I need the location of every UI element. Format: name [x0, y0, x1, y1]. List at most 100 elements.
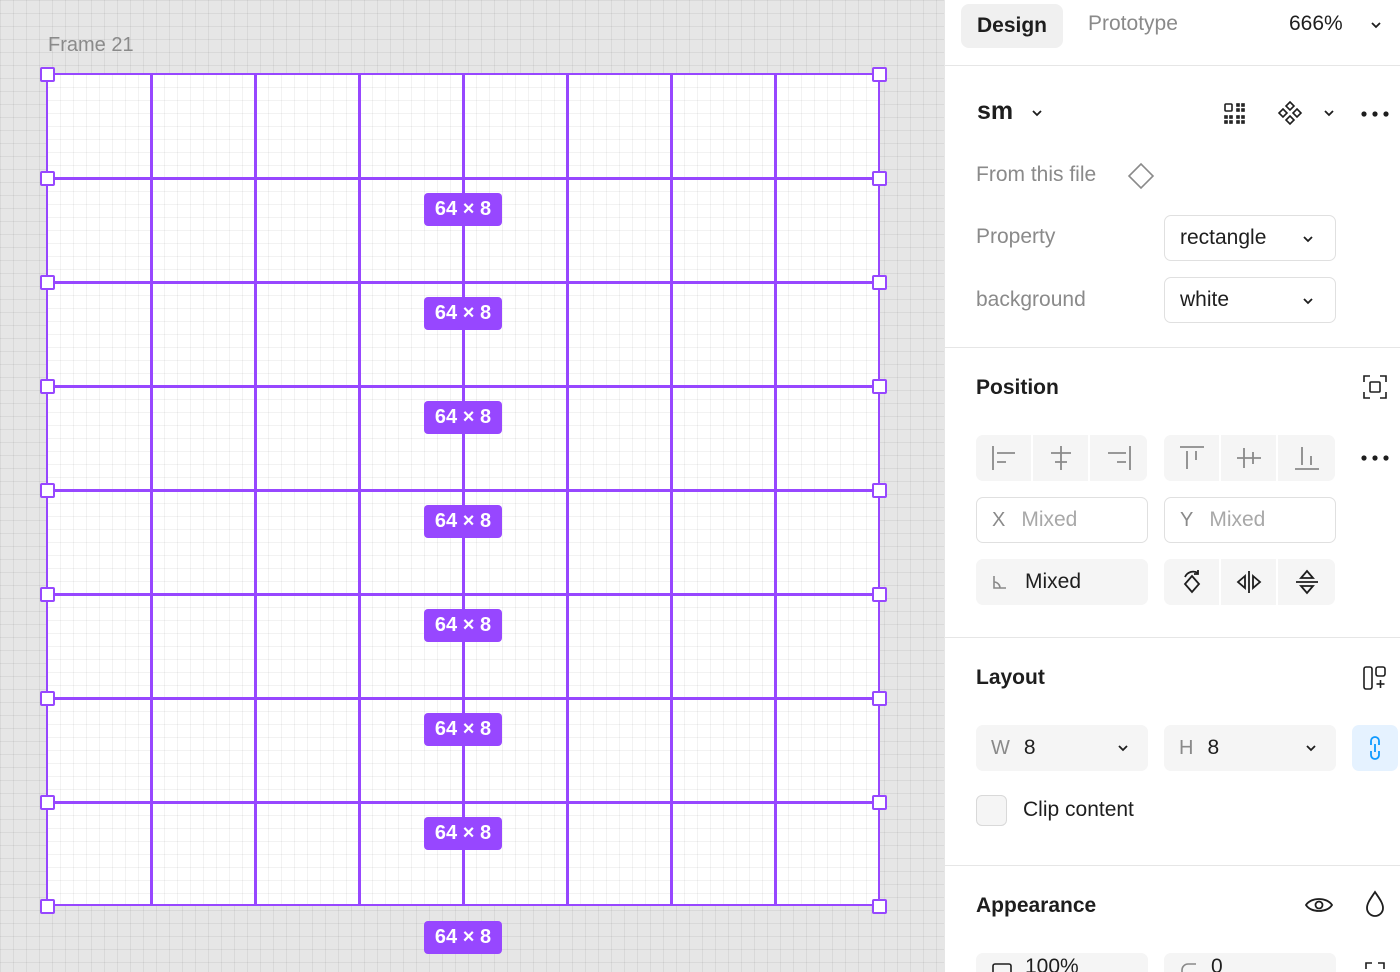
row-divider: [47, 489, 879, 492]
divider: [945, 637, 1400, 638]
align-bottom-icon[interactable]: [1278, 435, 1335, 481]
divider: [945, 65, 1400, 66]
properties-panel: Design Prototype 666% sm From this file …: [944, 0, 1400, 972]
property-value: rectangle: [1180, 226, 1267, 249]
width-value: 8: [1023, 736, 1036, 759]
chevron-down-icon[interactable]: [1304, 741, 1318, 755]
background-dropdown[interactable]: white: [1164, 277, 1336, 323]
resize-handle[interactable]: [40, 795, 55, 810]
align-right-icon[interactable]: [1090, 435, 1147, 481]
horizontal-align-group: [976, 435, 1147, 481]
width-field[interactable]: W 8: [976, 725, 1148, 771]
component-source: From this file: [976, 163, 1097, 186]
resize-handle[interactable]: [40, 171, 55, 186]
x-value: Mixed: [1021, 508, 1078, 531]
eye-icon[interactable]: [1304, 891, 1334, 919]
corner-radius-icon: [1179, 961, 1199, 972]
w-prefix: W: [991, 736, 1010, 759]
layout-title: Layout: [976, 666, 1045, 689]
dimension-badge: 64 × 8: [424, 505, 502, 538]
drop-icon[interactable]: [1362, 889, 1388, 919]
tab-prototype[interactable]: Prototype: [1088, 12, 1178, 36]
rotation-field[interactable]: Mixed: [976, 559, 1148, 605]
independent-corners-icon[interactable]: [1363, 960, 1387, 972]
corner-radius-value: 0: [1211, 955, 1223, 972]
vertical-align-group: [1164, 435, 1335, 481]
opacity-value: 100%: [1025, 955, 1079, 972]
frame-label[interactable]: Frame 21: [48, 34, 134, 57]
opacity-icon: [991, 961, 1013, 972]
constrain-proportions-button[interactable]: [1352, 725, 1398, 771]
resize-handle[interactable]: [40, 691, 55, 706]
transform-group: [1164, 559, 1335, 605]
dimension-badge: 64 × 8: [424, 401, 502, 434]
component-icon[interactable]: [1276, 99, 1304, 127]
resize-handle[interactable]: [40, 67, 55, 82]
dimension-badge: 64 × 8: [424, 713, 502, 746]
dimension-badge: 64 × 8: [424, 817, 502, 850]
rotation-value: Mixed: [1025, 570, 1082, 593]
y-position-field[interactable]: Y Mixed: [1164, 497, 1336, 543]
divider: [945, 865, 1400, 866]
x-position-field[interactable]: X Mixed: [976, 497, 1148, 543]
more-icon[interactable]: [1359, 100, 1391, 128]
height-field[interactable]: H 8: [1164, 725, 1336, 771]
align-h-center-icon[interactable]: [1033, 435, 1090, 481]
chevron-down-icon[interactable]: [1116, 741, 1130, 755]
zoom-level[interactable]: 666%: [1289, 12, 1343, 36]
resize-handle[interactable]: [872, 171, 887, 186]
resize-handle[interactable]: [872, 67, 887, 82]
resize-handle[interactable]: [40, 483, 55, 498]
component-name[interactable]: sm: [977, 97, 1013, 126]
row-divider: [47, 593, 879, 596]
resize-handle[interactable]: [872, 587, 887, 602]
resize-handle[interactable]: [40, 899, 55, 914]
dimension-badge: 64 × 8: [424, 921, 502, 954]
opacity-field[interactable]: 100%: [976, 953, 1148, 972]
flip-vertical-icon[interactable]: [1278, 559, 1335, 605]
position-title: Position: [976, 376, 1059, 399]
background-label: background: [976, 288, 1086, 311]
instance-grid-icon[interactable]: [1221, 100, 1249, 128]
resize-handle[interactable]: [40, 275, 55, 290]
resize-to-fit-icon[interactable]: [1361, 373, 1389, 401]
property-dropdown[interactable]: rectangle: [1164, 215, 1336, 261]
chevron-down-icon[interactable]: [1322, 106, 1336, 120]
angle-icon: [991, 573, 1009, 591]
y-prefix: Y: [1180, 508, 1194, 531]
resize-handle[interactable]: [40, 587, 55, 602]
align-top-icon[interactable]: [1164, 435, 1221, 481]
clip-content-label[interactable]: Clip content: [1023, 798, 1134, 822]
flip-horizontal-icon[interactable]: [1221, 559, 1278, 605]
row-divider: [47, 177, 879, 180]
resize-handle[interactable]: [872, 691, 887, 706]
auto-layout-icon[interactable]: [1361, 663, 1389, 693]
canvas[interactable]: Frame 21 64 × 8 64 × 8 64 × 8 64 × 8 64 × 8 6…: [0, 0, 944, 972]
y-value: Mixed: [1209, 508, 1266, 531]
chevron-down-icon: [1301, 232, 1315, 246]
tab-design[interactable]: Design: [961, 4, 1063, 48]
property-label: Property: [976, 225, 1056, 248]
chevron-down-icon[interactable]: [1369, 18, 1383, 32]
resize-handle[interactable]: [872, 275, 887, 290]
resize-handle[interactable]: [872, 795, 887, 810]
resize-handle[interactable]: [872, 379, 887, 394]
align-v-center-icon[interactable]: [1221, 435, 1278, 481]
row-divider: [47, 281, 879, 284]
clip-content-checkbox[interactable]: [976, 795, 1007, 826]
resize-handle[interactable]: [40, 379, 55, 394]
resize-handle[interactable]: [872, 899, 887, 914]
component-diamond-icon[interactable]: [1126, 161, 1156, 191]
dimension-badge: 64 × 8: [424, 297, 502, 330]
height-value: 8: [1207, 736, 1220, 759]
chevron-down-icon[interactable]: [1030, 106, 1044, 120]
resize-handle[interactable]: [872, 483, 887, 498]
chevron-down-icon: [1301, 294, 1315, 308]
rotate-icon[interactable]: [1164, 559, 1221, 605]
align-left-icon[interactable]: [976, 435, 1033, 481]
corner-radius-field[interactable]: 0: [1164, 953, 1336, 972]
more-icon[interactable]: [1359, 444, 1391, 472]
row-divider: [47, 385, 879, 388]
dimension-badge: 64 × 8: [424, 609, 502, 642]
background-value: white: [1180, 288, 1230, 311]
